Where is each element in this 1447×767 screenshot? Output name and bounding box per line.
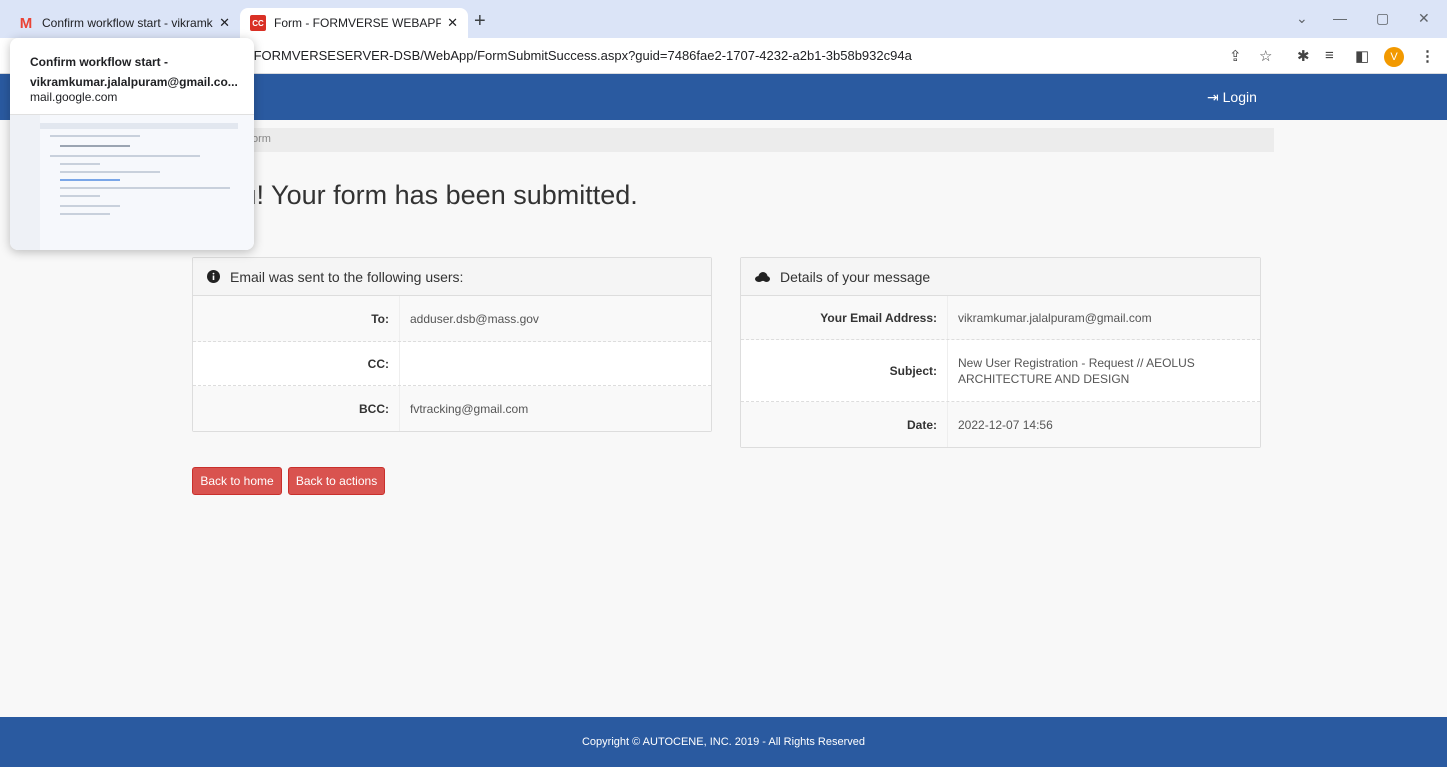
tab-search-icon[interactable]: ⌄ bbox=[1296, 10, 1308, 27]
maximize-icon[interactable]: ▢ bbox=[1376, 10, 1389, 27]
footer: Copyright © AUTOCENE, INC. 2019 - All Ri… bbox=[0, 717, 1447, 767]
breadcrumb: orm bbox=[192, 128, 1274, 152]
table-row: BCC: fvtracking@gmail.com bbox=[193, 386, 711, 431]
formverse-icon: CC bbox=[250, 15, 266, 31]
panel-title: Email was sent to the following users: bbox=[230, 268, 464, 285]
tab-hover-card: Confirm workflow start - vikramkumar.jal… bbox=[10, 38, 254, 250]
login-icon: ⇥ bbox=[1207, 89, 1219, 105]
minimize-icon[interactable]: — bbox=[1333, 10, 1347, 26]
table-row: Date: 2022-12-07 14:56 bbox=[741, 402, 1260, 447]
info-icon bbox=[207, 270, 220, 283]
hover-card-domain: mail.google.com bbox=[30, 90, 118, 104]
table-row: Your Email Address: vikramkumar.jalalpur… bbox=[741, 296, 1260, 340]
row-label: Date: bbox=[741, 402, 948, 447]
row-value: New User Registration - Request // AEOLU… bbox=[958, 355, 1195, 386]
back-to-actions-button[interactable]: Back to actions bbox=[288, 467, 385, 495]
share-icon[interactable]: ⇪ bbox=[1229, 47, 1242, 65]
tab-formverse[interactable]: CC Form - FORMVERSE WEBAPP ✕ bbox=[240, 8, 468, 38]
panel-header: Details of your message bbox=[741, 258, 1260, 296]
hover-card-title: Confirm workflow start - vikramkumar.jal… bbox=[30, 55, 238, 89]
tab-title: Confirm workflow start - vikramk bbox=[42, 16, 213, 30]
panel-header: Email was sent to the following users: bbox=[193, 258, 711, 296]
row-label: BCC: bbox=[193, 386, 400, 431]
avatar[interactable]: V bbox=[1384, 47, 1404, 67]
tab-title: Form - FORMVERSE WEBAPP bbox=[274, 16, 442, 30]
panel-title: Details of your message bbox=[780, 268, 931, 285]
tab-preview-thumbnail bbox=[10, 114, 254, 250]
media-icon[interactable]: ≡ bbox=[1325, 47, 1334, 64]
extensions-icon[interactable]: ✱ bbox=[1297, 47, 1310, 65]
row-label: Subject: bbox=[741, 340, 948, 401]
back-to-home-button[interactable]: Back to home bbox=[192, 467, 282, 495]
row-value: 2022-12-07 14:56 bbox=[958, 417, 1053, 432]
row-value bbox=[400, 342, 410, 385]
table-row: Subject: New User Registration - Request… bbox=[741, 340, 1260, 402]
menu-icon[interactable]: ⋮ bbox=[1420, 47, 1435, 65]
login-label: Login bbox=[1222, 89, 1257, 105]
tab-gmail[interactable]: M Confirm workflow start - vikramk ✕ bbox=[8, 8, 240, 38]
gmail-icon: M bbox=[19, 14, 33, 32]
table-row: To: adduser.dsb@mass.gov bbox=[193, 296, 711, 342]
row-value: fvtracking@gmail.com bbox=[410, 401, 529, 416]
copyright-text: Copyright © AUTOCENE, INC. 2019 - All Ri… bbox=[581, 736, 865, 748]
browser-tab-strip: M Confirm workflow start - vikramk ✕ CC … bbox=[0, 0, 1447, 38]
url-field[interactable]: /FORMVERSESERVER-DSB/WebApp/FormSubmitSu… bbox=[250, 48, 912, 63]
page-title: k you! Your form has been submitted. bbox=[192, 180, 638, 210]
breadcrumb-text: orm bbox=[252, 133, 271, 145]
row-value: adduser.dsb@mass.gov bbox=[410, 311, 539, 326]
side-panel-icon[interactable]: ◧ bbox=[1355, 47, 1369, 65]
row-value: vikramkumar.jalalpuram@gmail.com bbox=[958, 310, 1152, 325]
close-icon[interactable]: ✕ bbox=[219, 15, 230, 31]
close-window-icon[interactable]: ✕ bbox=[1418, 10, 1430, 27]
email-recipients-panel: Email was sent to the following users: T… bbox=[192, 257, 712, 432]
new-tab-icon[interactable]: + bbox=[474, 10, 486, 33]
row-label: To: bbox=[193, 296, 400, 341]
row-label: CC: bbox=[193, 342, 400, 385]
login-link[interactable]: ⇥ Login bbox=[1207, 89, 1257, 106]
table-row: CC: bbox=[193, 342, 711, 386]
message-details-panel: Details of your message Your Email Addre… bbox=[740, 257, 1261, 448]
row-label: Your Email Address: bbox=[741, 296, 948, 339]
star-icon[interactable]: ☆ bbox=[1259, 47, 1272, 65]
cloud-icon bbox=[755, 271, 770, 282]
close-icon[interactable]: ✕ bbox=[447, 15, 458, 31]
